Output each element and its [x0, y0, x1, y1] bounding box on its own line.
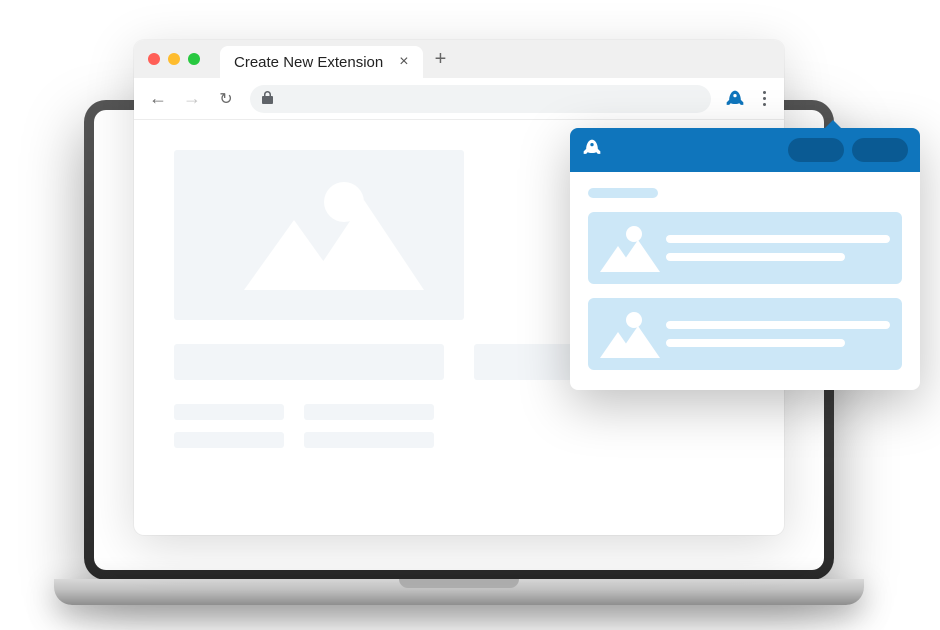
address-bar[interactable] [250, 85, 711, 113]
close-window-button[interactable] [148, 53, 160, 65]
maximize-window-button[interactable] [188, 53, 200, 65]
tab-close-button[interactable]: × [399, 54, 408, 70]
rocket-icon [582, 138, 602, 163]
minimize-window-button[interactable] [168, 53, 180, 65]
popup-body [570, 172, 920, 390]
lock-icon [262, 91, 273, 107]
card-image-placeholder [600, 224, 652, 272]
popup-section-label [588, 188, 658, 198]
popup-header [570, 128, 920, 172]
browser-titlebar: Create New Extension × + [134, 40, 784, 78]
card-text-placeholder [666, 321, 890, 347]
card-image-placeholder [600, 310, 652, 358]
popup-card[interactable] [588, 298, 902, 370]
extension-popup [570, 128, 920, 390]
popup-header-button[interactable] [788, 138, 844, 162]
back-button[interactable]: ← [148, 88, 168, 109]
browser-toolbar: ← → ↻ [134, 78, 784, 120]
browser-menu-button[interactable] [759, 87, 770, 110]
card-text-placeholder [666, 235, 890, 261]
text-placeholder [174, 404, 284, 420]
forward-button[interactable]: → [182, 88, 202, 109]
hero-image-placeholder [174, 150, 464, 320]
extension-rocket-icon[interactable] [725, 89, 745, 109]
laptop-notch [399, 579, 519, 588]
new-tab-button[interactable]: + [435, 48, 447, 71]
laptop-base [54, 579, 864, 605]
window-controls [148, 53, 200, 65]
reload-button[interactable]: ↻ [216, 89, 236, 109]
popup-header-button[interactable] [852, 138, 908, 162]
text-placeholder [304, 404, 434, 420]
text-placeholder [174, 432, 284, 448]
tab-title: Create New Extension [234, 54, 383, 71]
content-block-placeholder [174, 344, 444, 380]
popup-card[interactable] [588, 212, 902, 284]
browser-tab[interactable]: Create New Extension × [220, 46, 423, 78]
text-placeholder [304, 432, 434, 448]
